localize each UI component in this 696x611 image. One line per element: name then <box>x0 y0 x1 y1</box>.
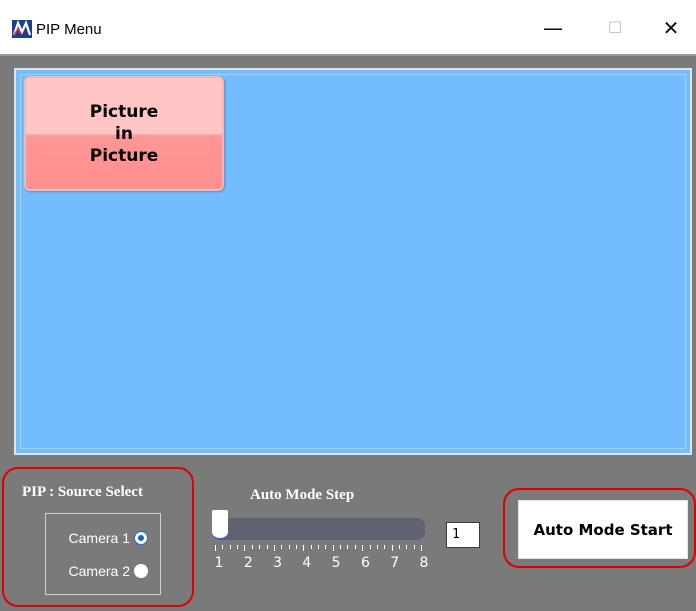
minimize-button[interactable]: — <box>530 8 576 48</box>
slider-tick <box>288 545 290 549</box>
slider-tick-label: 1 <box>214 555 224 571</box>
slider-tick <box>237 545 239 549</box>
slider-tick-label: 5 <box>331 555 341 571</box>
auto-mode-step-value[interactable]: 1 <box>446 522 480 548</box>
auto-mode-step-slider-track[interactable] <box>213 518 425 540</box>
slider-tick <box>332 545 334 551</box>
pip-button-line-2: in <box>115 123 133 144</box>
slider-tick-label: 6 <box>360 555 370 571</box>
slider-tick <box>384 545 386 549</box>
camera-1-label: Camera 1 <box>68 530 130 546</box>
camera-1-radio[interactable] <box>134 531 148 545</box>
auto-mode-start-button[interactable]: Auto Mode Start <box>518 500 688 559</box>
auto-mode-step-slider-thumb[interactable] <box>212 510 228 540</box>
pip-menu-window: PIP Menu — ☐ ✕ Picture in Picture PIP : … <box>0 0 696 611</box>
slider-tick <box>310 545 312 549</box>
pip-button-line-3: Picture <box>89 145 159 166</box>
slider-tick <box>354 545 356 549</box>
slider-tick <box>376 545 378 549</box>
slider-tick <box>406 545 408 549</box>
slider-tick <box>413 545 415 549</box>
source-select-label: PIP : Source Select <box>22 484 143 500</box>
slider-tick <box>259 545 261 549</box>
maximize-button[interactable]: ☐ <box>592 8 638 48</box>
auto-mode-step-label: Auto Mode Step <box>250 487 355 503</box>
slider-tick <box>318 545 319 549</box>
slider-tick <box>303 545 305 551</box>
slider-tick-label: 3 <box>273 555 283 571</box>
slider-tick <box>421 545 422 551</box>
slider-tick <box>273 545 275 551</box>
slider-tick-label: 7 <box>390 555 400 571</box>
slider-tick <box>266 545 268 549</box>
picture-in-picture-button[interactable]: Picture in Picture <box>24 76 224 191</box>
camera-2-label: Camera 2 <box>68 563 130 579</box>
app-logo-icon <box>12 20 32 38</box>
source-select-group: Camera 1 Camera 2 <box>45 513 161 595</box>
title-bar[interactable]: PIP Menu — ☐ ✕ <box>0 0 696 56</box>
slider-tick-label: 8 <box>419 555 429 571</box>
window-title: PIP Menu <box>36 21 102 38</box>
slider-tick-label: 2 <box>243 555 253 571</box>
slider-ticks <box>215 545 423 551</box>
close-button[interactable]: ✕ <box>648 8 694 48</box>
slider-tick-label: 4 <box>302 555 312 571</box>
camera-1-option[interactable]: Camera 1 <box>69 530 148 546</box>
slider-tick <box>222 545 224 549</box>
slider-tick <box>295 545 297 549</box>
slider-tick-labels: 1 2 3 4 5 6 7 8 <box>210 555 430 571</box>
slider-tick <box>398 545 400 549</box>
slider-tick <box>229 545 231 549</box>
slider-tick <box>215 545 216 551</box>
slider-tick <box>281 545 283 549</box>
slider-tick <box>251 545 253 549</box>
slider-tick <box>347 545 349 549</box>
slider-tick <box>244 545 246 551</box>
pip-button-line-1: Picture <box>89 101 159 122</box>
camera-2-radio[interactable] <box>134 564 148 578</box>
camera-2-option[interactable]: Camera 2 <box>69 563 148 579</box>
slider-tick <box>340 545 342 549</box>
slider-tick <box>362 545 364 551</box>
slider-tick <box>391 545 393 551</box>
slider-tick <box>369 545 371 549</box>
slider-tick <box>325 545 327 549</box>
